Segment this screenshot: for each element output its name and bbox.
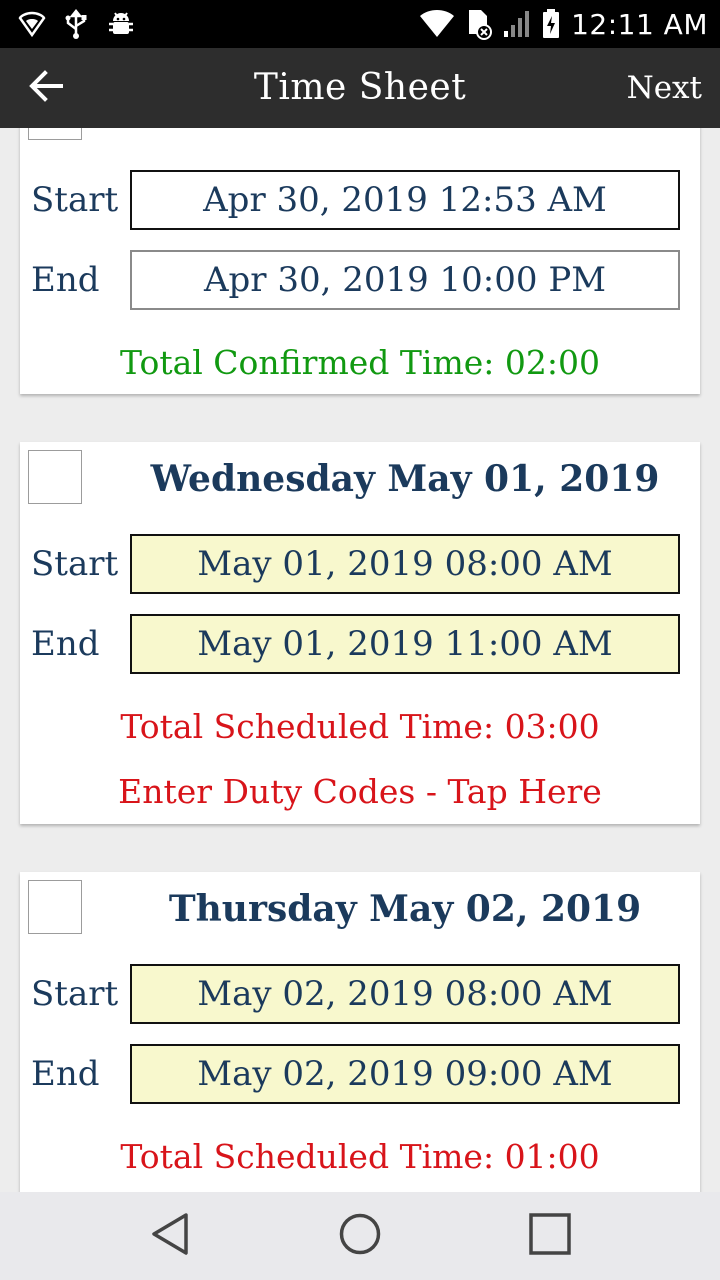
wifi-icon	[419, 9, 455, 39]
recents-square-icon	[528, 1212, 572, 1260]
day-checkbox[interactable]	[28, 128, 82, 140]
end-time-field[interactable]: May 02, 2019 09:00 AM	[130, 1044, 680, 1104]
end-label: End	[31, 1054, 100, 1094]
enter-duty-codes-link[interactable]: Enter Duty Codes - Tap Here	[20, 767, 700, 817]
shield-icon	[18, 10, 46, 38]
end-label: End	[31, 260, 100, 300]
page-title: Time Sheet	[253, 67, 467, 108]
status-bar: 12:11 AM	[0, 0, 720, 48]
total-scheduled-time: Total Scheduled Time: 03:00	[120, 707, 600, 746]
total-confirmed-time: Total Confirmed Time: 02:00	[120, 343, 600, 382]
day-checkbox[interactable]	[28, 450, 82, 504]
android-debug-icon	[106, 9, 136, 39]
arrow-left-icon	[28, 68, 64, 108]
checkmark-icon	[28, 128, 82, 140]
end-label: End	[31, 624, 100, 664]
day-checkbox[interactable]	[28, 880, 82, 934]
day-title: Wednesday May 01, 2019	[150, 458, 660, 500]
app-bar: Time Sheet Next	[0, 48, 720, 128]
end-time-field[interactable]: Apr 30, 2019 10:00 PM	[130, 250, 680, 310]
end-time-field[interactable]: May 01, 2019 11:00 AM	[130, 614, 680, 674]
day-title	[110, 128, 700, 138]
status-time: 12:11 AM	[571, 7, 708, 41]
timesheet-list[interactable]: Start Apr 30, 2019 12:53 AM End Apr 30, …	[0, 128, 720, 1192]
start-label: Start	[31, 544, 119, 584]
back-button[interactable]	[18, 64, 74, 112]
usb-icon	[64, 9, 88, 39]
next-button[interactable]: Next	[619, 64, 702, 112]
start-label: Start	[31, 180, 119, 220]
cell-signal-icon	[503, 9, 531, 39]
nav-back-button[interactable]	[130, 1206, 210, 1266]
screen: 12:11 AM Time Sheet Next Start Apr 30, 2…	[0, 0, 720, 1280]
start-time-field[interactable]: May 02, 2019 08:00 AM	[130, 964, 680, 1024]
nav-home-button[interactable]	[320, 1206, 400, 1266]
battery-charging-icon	[541, 8, 561, 40]
day-title: Thursday May 02, 2019	[168, 888, 642, 930]
sim-card-off-icon	[465, 8, 493, 40]
day-card: Start Apr 30, 2019 12:53 AM End Apr 30, …	[20, 128, 700, 394]
start-time-field[interactable]: Apr 30, 2019 12:53 AM	[130, 170, 680, 230]
day-card: Wednesday May 01, 2019 Start May 01, 201…	[20, 442, 700, 824]
navigation-bar	[0, 1192, 720, 1280]
nav-recents-button[interactable]	[510, 1206, 590, 1266]
total-scheduled-time: Total Scheduled Time: 01:00	[120, 1137, 600, 1176]
start-time-field[interactable]: May 01, 2019 08:00 AM	[130, 534, 680, 594]
day-card: Thursday May 02, 2019 Start May 02, 2019…	[20, 872, 700, 1192]
start-label: Start	[31, 974, 119, 1014]
back-triangle-icon	[150, 1212, 190, 1260]
home-circle-icon	[338, 1212, 382, 1260]
